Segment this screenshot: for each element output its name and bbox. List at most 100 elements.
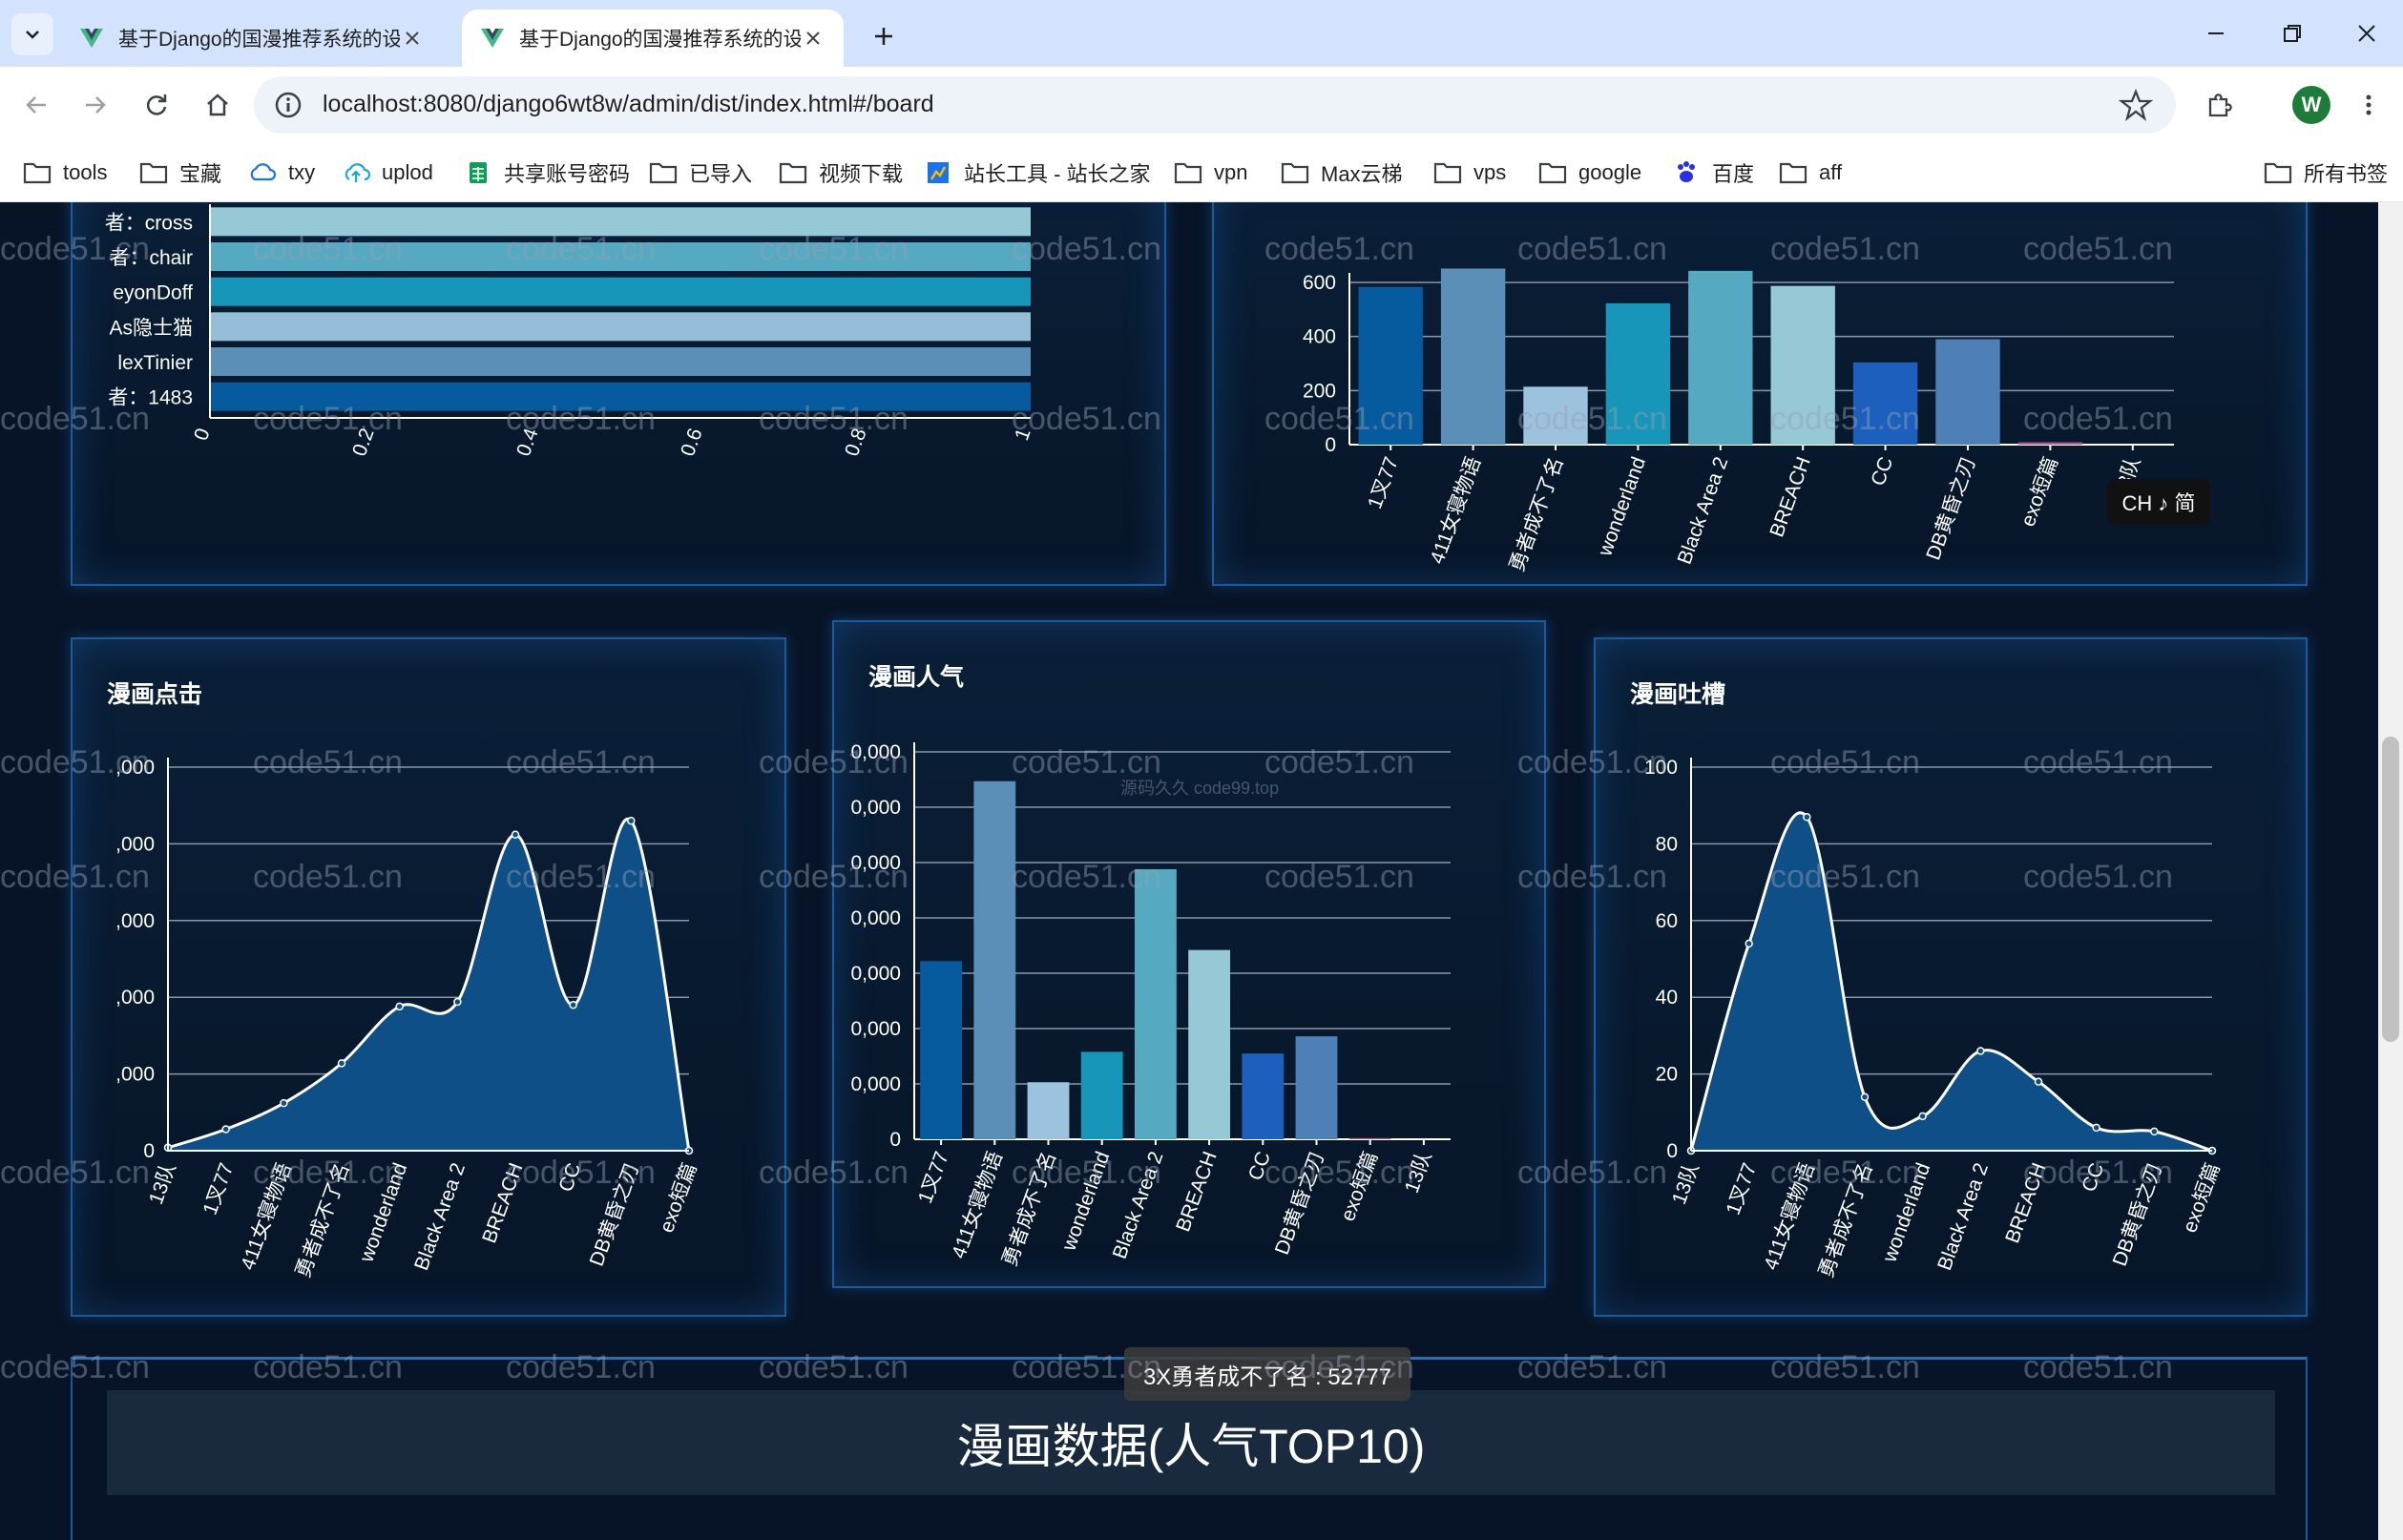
y-tick-label: 0,000	[850, 797, 901, 819]
tab-title: 基于Django的国漫推荐系统的设计与实现	[118, 29, 400, 51]
address-bar[interactable]: localhost:8080/django6wt8w/admin/dist/in…	[254, 76, 2176, 134]
bookmark-item[interactable]: vps	[1433, 155, 1506, 191]
more-vertical-icon	[2366, 94, 2372, 115]
bookmark-item[interactable]: tools	[23, 155, 107, 191]
bookmark-item[interactable]: 已导入	[649, 155, 752, 191]
bar	[973, 780, 1016, 1139]
x-tick-label: DB黄昏之刃	[1271, 1149, 1328, 1258]
site-info-icon[interactable]	[273, 90, 303, 120]
panel-roast: 漫画吐槽 0 20 40 60 80 100 13队 1叉77 411女寝物语 勇者成不了名 won…	[1594, 637, 2308, 1317]
y-tick-label: 0	[1325, 434, 1336, 456]
page-scrollbar[interactable]	[2378, 202, 2403, 1540]
new-tab-button[interactable]	[863, 15, 905, 57]
ime-indicator[interactable]: CH ♪ 简	[2107, 479, 2210, 525]
restore-button[interactable]	[2266, 10, 2319, 57]
y-tick-label: 0,000	[850, 963, 901, 985]
back-button[interactable]	[13, 82, 59, 128]
bar	[1852, 362, 1918, 445]
bookmark-item[interactable]: uplod	[342, 155, 433, 191]
data-point	[1860, 1093, 1870, 1101]
x-tick-label: CC	[1244, 1149, 1275, 1183]
reload-button[interactable]	[134, 82, 179, 128]
bookmark-item[interactable]: Max云梯	[1281, 155, 1403, 191]
y-tick-label: 60	[1656, 910, 1678, 932]
y-tick-label: ,000	[115, 833, 155, 855]
bar	[1188, 949, 1231, 1139]
bar	[210, 277, 1031, 306]
area-fill	[1691, 812, 2212, 1151]
y-tick-label: 者：1483	[108, 387, 193, 409]
bookmark-item[interactable]: 站长工具 - 站长之家	[924, 155, 1151, 191]
profile-avatar[interactable]: W	[2292, 86, 2330, 124]
x-tick-label: 411女寝物语	[237, 1160, 296, 1273]
home-button[interactable]	[195, 82, 240, 128]
tab-title: 基于Django的国漫推荐系统的设计与实现	[519, 29, 801, 51]
minimize-button[interactable]	[2189, 10, 2243, 57]
y-tick-label: 0,000	[850, 1073, 901, 1095]
paw-icon	[1678, 161, 1695, 182]
folder-icon	[1538, 162, 1567, 184]
bar	[210, 242, 1031, 271]
x-tick-label: Black Area 2	[1933, 1160, 1993, 1274]
x-tick-label: 0.6	[677, 426, 707, 459]
bookmark-item[interactable]: 共享账号密码	[464, 155, 630, 191]
extensions-button[interactable]	[2197, 82, 2243, 128]
x-tick-label: DB黄昏之刃	[2109, 1160, 2166, 1269]
scrollbar-thumb[interactable]	[2382, 737, 2399, 1042]
bar	[1358, 286, 1423, 445]
vue-logo-icon	[481, 29, 504, 48]
bar	[1688, 270, 1753, 445]
bookmark-star-icon[interactable]	[2119, 88, 2153, 122]
tab-search-button[interactable]	[11, 13, 53, 55]
folder-icon	[139, 162, 168, 184]
forward-button[interactable]	[73, 82, 118, 128]
x-tick-label: 411女寝物语	[1427, 454, 1486, 567]
bar	[1523, 386, 1588, 445]
all-bookmarks[interactable]: 所有书签	[2264, 155, 2388, 191]
bookmark-item[interactable]: 宝藏	[139, 155, 221, 191]
tab-close-icon[interactable]	[400, 25, 426, 52]
y-tick-label: 80	[1656, 833, 1678, 855]
x-tick-label: 13队	[145, 1160, 180, 1208]
x-tick-label: BREACH	[478, 1160, 528, 1246]
x-tick-label: CC	[1867, 454, 1897, 489]
url-text[interactable]: localhost:8080/django6wt8w/admin/dist/in…	[323, 91, 934, 118]
folder-icon	[23, 162, 52, 184]
x-tick-label: DB黄昏之刃	[1922, 454, 1979, 563]
y-tick-label: 0,000	[850, 907, 901, 929]
y-tick-label: 0	[1666, 1140, 1678, 1162]
x-tick-label: BREACH	[2001, 1160, 2051, 1246]
tab-close-icon[interactable]	[801, 25, 826, 52]
data-point	[627, 817, 636, 825]
x-tick-label: exo短篇	[1337, 1149, 1383, 1224]
bookmark-item[interactable]: txy	[248, 155, 315, 191]
chart-icon	[928, 162, 949, 183]
chart-watermark-text: 源码久久 code99.top	[1120, 779, 1279, 798]
bookmark-item[interactable]: aff	[1779, 155, 1842, 191]
folder-icon	[1779, 162, 1807, 184]
bookmark-item[interactable]: 视频下载	[779, 155, 903, 191]
close-window-button[interactable]	[2340, 10, 2393, 57]
x-tick-label: 勇者成不了名	[1815, 1160, 1877, 1280]
x-tick-label: 勇者成不了名	[1506, 454, 1568, 574]
bookmark-item[interactable]: vpn	[1174, 155, 1247, 191]
panel-top-left: 者：1483 lexTinier As隐士猫 eyonDoff 者：chair 者：cro…	[71, 202, 1166, 586]
bar-chart: 0 0,000 0,000 0,000 0,000 0,000 0,000 0,000 1叉77…	[850, 741, 1451, 1269]
reload-icon	[146, 94, 167, 115]
y-tick-label: eyonDoff	[113, 282, 193, 304]
panel-popularity: 漫画人气 0 0,000 0,000 0,000 0,000 0,000 0,000 0,00…	[832, 620, 1546, 1288]
menu-button[interactable]	[2346, 82, 2392, 128]
tab-inactive[interactable]: 基于Django的国漫推荐系统的设计与实现	[61, 10, 443, 67]
data-point	[395, 1002, 404, 1011]
y-tick-label: 0,000	[850, 1018, 901, 1040]
x-tick-label: 0.8	[841, 426, 871, 459]
bookmark-item[interactable]: google	[1538, 155, 1641, 191]
bar	[1348, 1137, 1391, 1139]
y-tick-label: 者：chair	[109, 247, 193, 269]
bar	[1134, 868, 1177, 1139]
tab-active[interactable]: 基于Django的国漫推荐系统的设计与实现	[462, 10, 844, 67]
x-tick-label: 1叉77	[914, 1149, 953, 1207]
bookmark-item[interactable]: 百度	[1672, 155, 1754, 191]
y-tick-label: 400	[1303, 326, 1336, 348]
data-point	[1803, 813, 1811, 822]
